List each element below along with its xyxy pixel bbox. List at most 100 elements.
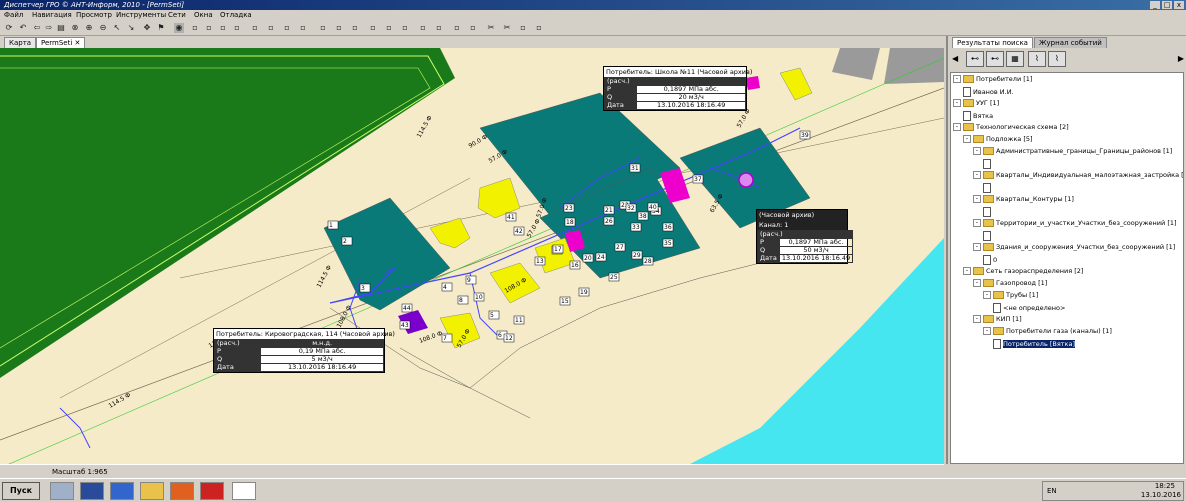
tool-g-icon[interactable]: ▫ <box>282 23 292 33</box>
zoom-prev-icon[interactable]: ↖ <box>112 23 122 33</box>
zoom-extent-icon[interactable]: ⊗ <box>70 23 80 33</box>
parcel-label[interactable]: 29 <box>631 250 643 260</box>
parcel-label[interactable]: 33 <box>630 222 642 232</box>
chart-icon[interactable]: ⌇ <box>1028 51 1046 67</box>
expand-icon[interactable]: - <box>983 327 991 335</box>
parcel-label[interactable]: 37 <box>692 174 704 184</box>
tree-node[interactable]: - КИП [1] <box>973 315 1022 324</box>
parcel-label[interactable]: 4 <box>441 282 453 292</box>
close-button[interactable]: x <box>1174 1 1184 9</box>
taskbar-app-6[interactable] <box>200 482 224 500</box>
tree-node[interactable] <box>983 231 993 241</box>
tree-node[interactable]: - Здания_и_сооружения_Участки_без_сооруже… <box>973 243 1175 252</box>
parcel-label[interactable]: 26 <box>603 216 615 226</box>
expand-icon[interactable]: - <box>973 315 981 323</box>
parcel-label[interactable]: 2 <box>341 236 353 246</box>
tree-node[interactable]: - Газопровод [1] <box>973 279 1047 288</box>
parcel-label[interactable]: 5 <box>488 310 500 320</box>
grid-icon[interactable]: ▦ <box>1006 51 1024 67</box>
parcel-label[interactable]: 13 <box>534 256 546 266</box>
zoom-in-icon[interactable]: ⊕ <box>84 23 94 33</box>
tree-node[interactable]: Иванов И.И. <box>963 87 1014 97</box>
taskbar-app-7[interactable] <box>232 482 256 500</box>
parcel-label[interactable]: 36 <box>662 222 674 232</box>
tool-i-icon[interactable]: ▫ <box>318 23 328 33</box>
cut2-icon[interactable]: ✂ <box>502 23 512 33</box>
maximize-button[interactable]: □ <box>1162 1 1172 9</box>
popup-school[interactable]: Потребитель: Школа №11 (Часовой архив) (… <box>603 66 752 111</box>
tool-f-icon[interactable]: ▫ <box>266 23 276 33</box>
tool-m-icon[interactable]: ▫ <box>384 23 394 33</box>
parcel-label[interactable]: 25 <box>608 272 620 282</box>
expand-icon[interactable]: - <box>983 291 991 299</box>
parcel-label[interactable]: 31 <box>629 163 641 173</box>
forward-icon[interactable]: ⇨ <box>44 23 54 33</box>
tool-t-icon[interactable]: ▫ <box>534 23 544 33</box>
tree-node[interactable]: <не определено> <box>993 303 1065 313</box>
tool-l-icon[interactable]: ▫ <box>368 23 378 33</box>
taskbar-app-2[interactable] <box>80 482 104 500</box>
language-indicator[interactable]: EN <box>1047 487 1057 495</box>
chart2-icon[interactable]: ⌇ <box>1048 51 1066 67</box>
parcel-label[interactable]: 42 <box>513 226 525 236</box>
expand-icon[interactable]: - <box>973 195 981 203</box>
tree-node[interactable]: - Трубы [1] <box>983 291 1038 300</box>
tree-node[interactable]: - Административные_границы_Границы_районо… <box>973 147 1172 156</box>
parcel-label[interactable]: 27 <box>614 242 626 252</box>
parcel-label[interactable]: 9 <box>465 275 477 285</box>
popup-kirovogradskaya[interactable]: Потребитель: Кировоградская, 114 (Часово… <box>213 328 395 373</box>
parcel-label[interactable]: 10 <box>473 292 485 302</box>
powershell-icon[interactable] <box>110 482 134 500</box>
parcel-label[interactable]: 15 <box>559 296 571 306</box>
menu-windows[interactable]: Окна <box>194 10 213 21</box>
expand-icon[interactable]: - <box>973 219 981 227</box>
menu-file[interactable]: Файл <box>4 10 23 21</box>
map-canvas[interactable]: 1234567891011121314151617181920212223242… <box>0 48 944 464</box>
parcel-label[interactable]: 12 <box>503 333 515 343</box>
undo-icon[interactable]: ↶ <box>18 23 28 33</box>
cut-icon[interactable]: ✂ <box>486 23 496 33</box>
tree-node[interactable]: Потребитель [Вятка] <box>993 339 1075 349</box>
expand-icon[interactable]: - <box>973 171 981 179</box>
binoculars2-icon[interactable]: ⊷ <box>986 51 1004 67</box>
search-results-tree[interactable]: - Потребители [1] Иванов И.И. - УУГ [1] Вятка… <box>950 72 1184 464</box>
tree-node[interactable]: 0 <box>983 255 997 265</box>
parcel-label[interactable]: 18 <box>564 217 576 227</box>
start-button[interactable]: Пуск <box>2 482 40 500</box>
back-icon[interactable]: ⇦ <box>32 23 42 33</box>
tool-k-icon[interactable]: ▫ <box>350 23 360 33</box>
expand-icon[interactable]: - <box>973 243 981 251</box>
parcel-label[interactable]: 40 <box>647 202 659 212</box>
parcel-label[interactable]: 11 <box>513 315 525 325</box>
menu-navigation[interactable]: Навигация <box>32 10 72 21</box>
zoom-next-icon[interactable]: ↘ <box>126 23 136 33</box>
pan-icon[interactable]: ✥ <box>142 23 152 33</box>
scroll-right-icon[interactable]: ▶ <box>1178 54 1184 63</box>
parcel-label[interactable]: 35 <box>662 238 674 248</box>
menu-networks[interactable]: Сети <box>168 10 186 21</box>
tool-q-icon[interactable]: ▫ <box>452 23 462 33</box>
tool-a-icon[interactable]: ▫ <box>190 23 200 33</box>
tree-node[interactable]: - Кварталы_Контуры [1] <box>973 195 1074 204</box>
popup-channel[interactable]: (Часовой архив) Канал: 1 (расч.) P 0,1897… <box>756 209 854 264</box>
layers-icon[interactable]: ▤ <box>56 23 66 33</box>
parcel-label[interactable]: 38 <box>637 211 649 221</box>
tree-node[interactable]: Вятка <box>963 111 993 121</box>
zoom-out-icon[interactable]: ⊖ <box>98 23 108 33</box>
tree-node[interactable]: - Потребители газа (каналы) [1] <box>983 327 1112 336</box>
parcel-label[interactable]: 44 <box>401 303 413 313</box>
expand-icon[interactable]: - <box>973 147 981 155</box>
scroll-left-icon[interactable]: ◀ <box>952 54 958 63</box>
parcel-label[interactable]: 39 <box>799 130 811 140</box>
expand-icon[interactable]: - <box>953 75 961 83</box>
tool-b-icon[interactable]: ▫ <box>204 23 214 33</box>
parcel-label[interactable]: 43 <box>399 320 411 330</box>
tree-node[interactable] <box>983 207 993 217</box>
tool-h-icon[interactable]: ▫ <box>298 23 308 33</box>
menu-tools[interactable]: Инструменты <box>116 10 166 21</box>
firefox-icon[interactable] <box>170 482 194 500</box>
parcel-label[interactable]: 32 <box>625 203 637 213</box>
minimize-button[interactable]: _ <box>1150 1 1160 9</box>
parcel-label[interactable]: 17 <box>552 244 564 254</box>
tree-node[interactable]: - Территории_и_участки_Участки_без_сооруж… <box>973 219 1177 228</box>
